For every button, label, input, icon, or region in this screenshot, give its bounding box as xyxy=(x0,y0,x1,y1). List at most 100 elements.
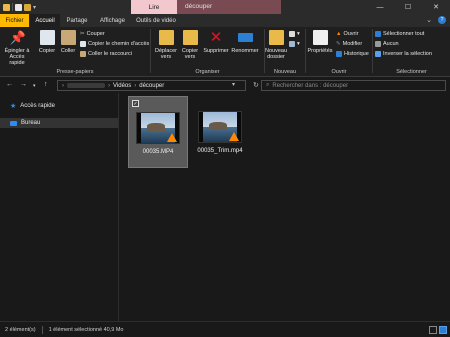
collapse-ribbon-icon[interactable]: ⌄ xyxy=(426,16,432,24)
move-to-label: Déplacer vers xyxy=(154,48,177,60)
pin-icon: 📌 xyxy=(9,30,26,45)
thumbnail-rock xyxy=(147,123,165,131)
paste-button[interactable]: Coller xyxy=(59,30,77,54)
tab-fichier[interactable]: Fichier xyxy=(0,14,29,27)
status-divider xyxy=(41,325,43,334)
ribbon-extras: ⌄ ? xyxy=(426,16,446,24)
view-switcher xyxy=(429,326,447,334)
search-input[interactable]: ⌕ Rechercher dans : découper xyxy=(261,80,446,91)
search-placeholder: Rechercher dans : découper xyxy=(272,82,349,89)
paste-shortcut-button[interactable]: Coller le raccourci xyxy=(80,51,132,57)
star-icon: ★ xyxy=(10,103,17,110)
invert-selection-button[interactable]: Inverser la sélection xyxy=(375,51,432,57)
breadcrumb-videos[interactable]: Vidéos xyxy=(113,83,131,89)
address-history-icon[interactable]: ▾ xyxy=(232,81,235,88)
delete-label: Supprimer xyxy=(203,48,229,54)
file-name: 00035.MP4 xyxy=(142,149,174,155)
copy-to-label: Copier vers xyxy=(181,48,199,60)
pin-quick-access-button[interactable]: 📌 Épingler à Accès rapide xyxy=(2,30,32,66)
cut-button[interactable]: ✂ Couper xyxy=(80,31,105,37)
tab-partage[interactable]: Partage xyxy=(62,14,92,27)
invert-selection-label: Inverser la sélection xyxy=(383,51,432,57)
rename-button[interactable]: Renommer xyxy=(231,30,259,54)
new-item-caret-icon: ▾ xyxy=(297,31,300,37)
new-folder-button[interactable]: Nouveau dossier xyxy=(265,30,287,60)
properties-icon xyxy=(312,30,328,45)
open-button[interactable]: ▲ Ouvrir xyxy=(336,31,358,37)
copy-to-button[interactable]: Copier vers xyxy=(179,30,201,60)
vlc-icon xyxy=(229,132,239,141)
select-all-label: Sélectionner tout xyxy=(383,31,425,37)
file-name: 00035_Trim.mp4 xyxy=(197,148,243,154)
ribbon-tabs: Fichier Accueil Partage Affichage Outils… xyxy=(0,14,450,27)
nav-item-quick-access[interactable]: ★ Accès rapide xyxy=(0,101,118,111)
window-title: découper xyxy=(185,3,213,10)
properties-icon[interactable] xyxy=(15,3,22,11)
history-label: Historique xyxy=(344,51,369,57)
tab-outils-video[interactable]: Outils de vidéo xyxy=(133,14,179,27)
back-arrow-icon[interactable]: ← xyxy=(6,81,13,88)
move-to-button[interactable]: Déplacer vers xyxy=(154,30,178,60)
customize-toolbar-icon[interactable]: ▾ xyxy=(33,4,36,11)
tab-affichage[interactable]: Affichage xyxy=(95,14,130,27)
pin-label: Épingler à Accès rapide xyxy=(4,48,30,66)
file-item[interactable]: 00035_Trim.mp4 xyxy=(190,96,250,168)
minimize-button[interactable]: — xyxy=(366,0,394,14)
easy-access-button[interactable]: ▾ xyxy=(289,41,300,47)
delete-button[interactable]: ✕ Supprimer xyxy=(203,30,229,54)
select-all-button[interactable]: Sélectionner tout xyxy=(375,31,424,37)
forward-arrow-icon[interactable]: → xyxy=(20,81,27,88)
select-none-button[interactable]: Aucun xyxy=(375,41,399,47)
properties-button[interactable]: Propriétés xyxy=(306,30,334,54)
up-arrow-icon[interactable]: ↑ xyxy=(44,81,48,88)
new-item-icon xyxy=(289,31,295,37)
context-tab-lire[interactable]: Lire xyxy=(131,0,177,14)
blurred-path-segment xyxy=(67,83,105,88)
move-folder-icon xyxy=(158,30,174,45)
vlc-icon xyxy=(167,133,177,142)
breadcrumb-decouper[interactable]: découper xyxy=(139,83,164,89)
easy-access-caret-icon: ▾ xyxy=(297,41,300,47)
group-organiser: Déplacer vers Copier vers ✕ Supprimer Re… xyxy=(151,27,264,77)
window-controls: — ☐ ✕ xyxy=(366,0,450,14)
large-icons-view-icon[interactable] xyxy=(439,326,447,334)
address-bar[interactable]: › › Vidéos › découper xyxy=(57,80,246,91)
delete-icon: ✕ xyxy=(209,29,223,46)
details-view-icon[interactable] xyxy=(429,326,437,334)
properties-label: Propriétés xyxy=(307,48,333,54)
maximize-button[interactable]: ☐ xyxy=(394,0,422,14)
selection-checkbox[interactable]: ✓ xyxy=(132,100,139,107)
vlc-icon: ▲ xyxy=(336,31,342,37)
open-label: Ouvrir xyxy=(343,31,359,37)
recent-locations-icon[interactable]: ▾ xyxy=(33,83,36,89)
file-item[interactable]: ✓ 00035.MP4 xyxy=(128,96,188,168)
group-label-organiser: Organiser xyxy=(195,69,220,75)
help-icon[interactable]: ? xyxy=(438,16,446,24)
copy-path-button[interactable]: Copier le chemin d'accès xyxy=(80,41,149,47)
video-thumbnail xyxy=(136,112,180,144)
copy-button[interactable]: Copier xyxy=(37,30,57,54)
folder-icon xyxy=(3,3,10,11)
group-selectionner: Sélectionner tout Aucun Inverser la séle… xyxy=(373,27,450,77)
close-button[interactable]: ✕ xyxy=(422,0,450,14)
item-count: 2 élément(s) xyxy=(5,326,36,333)
nav-item-label: Accès rapide xyxy=(20,103,55,109)
chevron-right-icon: › xyxy=(108,82,110,89)
easy-access-icon xyxy=(289,41,295,47)
edit-button[interactable]: ✎ Modifier xyxy=(336,41,362,47)
select-all-icon xyxy=(375,31,381,37)
copy-label: Copier xyxy=(38,48,56,54)
film-strip xyxy=(199,112,203,142)
nav-item-bureau[interactable]: Bureau xyxy=(0,118,118,128)
new-folder-label: Nouveau dossier xyxy=(264,48,288,60)
new-item-button[interactable]: ▾ xyxy=(289,31,300,37)
edit-icon: ✎ xyxy=(336,41,341,47)
paste-icon xyxy=(60,30,76,45)
refresh-icon[interactable]: ↻ xyxy=(253,81,259,89)
history-button[interactable]: Historique xyxy=(336,51,369,57)
tab-accueil[interactable]: Accueil xyxy=(30,14,60,27)
select-none-icon xyxy=(375,41,381,47)
address-row: ← → ▾ ↑ › › Vidéos › découper ▾ ↻ ⌕ Rech… xyxy=(0,77,450,93)
new-folder-icon[interactable] xyxy=(24,3,31,11)
paste-shortcut-icon xyxy=(80,51,86,57)
